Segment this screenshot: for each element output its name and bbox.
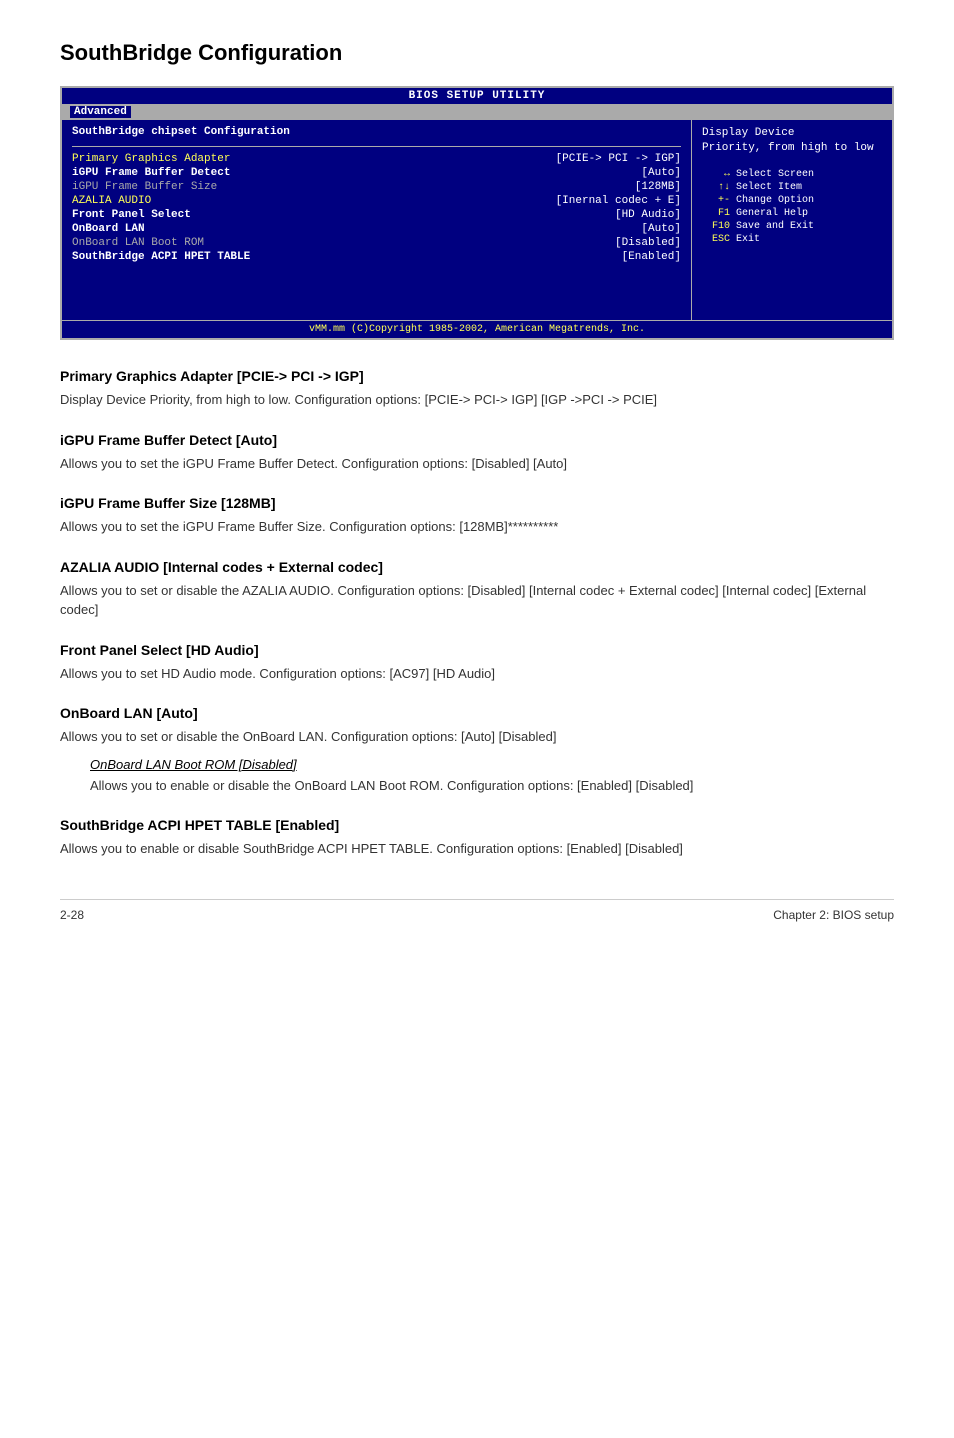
section-heading: Front Panel Select [HD Audio]	[60, 642, 894, 658]
section-body: Allows you to set the iGPU Frame Buffer …	[60, 454, 894, 474]
section-igpu-size: iGPU Frame Buffer Size [128MB] Allows you…	[60, 495, 894, 537]
bios-section-title: SouthBridge chipset Configuration	[72, 126, 681, 138]
sub-section: OnBoard LAN Boot ROM [Disabled] Allows yo…	[90, 757, 894, 796]
section-southbridge-acpi: SouthBridge ACPI HPET TABLE [Enabled] All…	[60, 817, 894, 859]
bios-keys: ↔ Select Screen ↑↓ Select Item +- Change Opti…	[702, 169, 882, 245]
bios-help-body: Priority, from high to low	[702, 142, 874, 154]
bios-content: SouthBridge chipset Configuration Primar…	[62, 120, 892, 320]
bios-key-desc: General Help	[736, 208, 808, 219]
bios-key-row: F10 Save and Exit	[702, 221, 882, 232]
bios-right-panel: Display Device Priority, from high to lo…	[692, 120, 892, 320]
section-body: Display Device Priority, from high to lo…	[60, 390, 894, 410]
bios-key: ESC	[702, 234, 730, 245]
bios-row-label: iGPU Frame Buffer Size	[72, 181, 217, 193]
bios-row-label: iGPU Frame Buffer Detect	[72, 167, 230, 179]
bios-key-row: ↑↓ Select Item	[702, 182, 882, 193]
bios-key: F10	[702, 221, 730, 232]
bios-key-row: ESC Exit	[702, 234, 882, 245]
bios-rows: Primary Graphics Adapter [PCIE-> PCI -> I…	[72, 153, 681, 263]
bios-row-label: OnBoard LAN Boot ROM	[72, 237, 204, 249]
bios-row: Primary Graphics Adapter [PCIE-> PCI -> I…	[72, 153, 681, 165]
bios-key-desc: Save and Exit	[736, 221, 814, 232]
bios-footer: vMM.mm (C)Copyright 1985-2002, American …	[62, 320, 892, 338]
bios-key: ↑↓	[702, 182, 730, 193]
bios-row: Front Panel Select [HD Audio]	[72, 209, 681, 221]
bios-row-value: [Inernal codec + E]	[556, 195, 681, 207]
section-body: Allows you to set or disable the AZALIA …	[60, 581, 894, 620]
bios-help-title: Display Device	[702, 127, 794, 139]
bios-key-desc: Change Option	[736, 195, 814, 206]
bios-row-value: [Enabled]	[622, 251, 681, 263]
section-body: Allows you to set or disable the OnBoard…	[60, 727, 894, 747]
bios-row-label: SouthBridge ACPI HPET TABLE	[72, 251, 250, 263]
bios-key-row: ↔ Select Screen	[702, 169, 882, 180]
bios-key: ↔	[702, 169, 730, 180]
bios-menu-active: Advanced	[70, 106, 131, 118]
section-body: Allows you to enable or disable SouthBri…	[60, 839, 894, 859]
section-onboard-lan: OnBoard LAN [Auto] Allows you to set or d…	[60, 705, 894, 795]
bios-row: iGPU Frame Buffer Detect [Auto]	[72, 167, 681, 179]
section-heading: OnBoard LAN [Auto]	[60, 705, 894, 721]
bios-menu-bar: Advanced	[62, 104, 892, 120]
section-heading: AZALIA AUDIO [Internal codes + External …	[60, 559, 894, 575]
bios-row-label: AZALIA AUDIO	[72, 195, 151, 207]
footer-left: 2-28	[60, 908, 84, 922]
sections-container: Primary Graphics Adapter [PCIE-> PCI -> …	[60, 368, 894, 859]
bios-row-value: [HD Audio]	[615, 209, 681, 221]
bios-row-value: [128MB]	[635, 181, 681, 193]
section-body: Allows you to set HD Audio mode. Configu…	[60, 664, 894, 684]
bios-key-desc: Select Item	[736, 182, 802, 193]
bios-key-desc: Exit	[736, 234, 760, 245]
bios-row-value: [Auto]	[641, 223, 681, 235]
bios-top-bar: BIOS SETUP UTILITY	[62, 88, 892, 104]
sub-section-body: Allows you to enable or disable the OnBo…	[90, 776, 894, 796]
bios-key-row: +- Change Option	[702, 195, 882, 206]
section-heading: Primary Graphics Adapter [PCIE-> PCI -> …	[60, 368, 894, 384]
section-primary-graphics: Primary Graphics Adapter [PCIE-> PCI -> …	[60, 368, 894, 410]
bios-key: +-	[702, 195, 730, 206]
section-heading: iGPU Frame Buffer Detect [Auto]	[60, 432, 894, 448]
bios-row: OnBoard LAN Boot ROM [Disabled]	[72, 237, 681, 249]
sub-section-heading: OnBoard LAN Boot ROM [Disabled]	[90, 757, 894, 772]
bios-row-value: [PCIE-> PCI -> IGP]	[556, 153, 681, 165]
bios-left-panel: SouthBridge chipset Configuration Primar…	[62, 120, 692, 320]
bios-row: iGPU Frame Buffer Size [128MB]	[72, 181, 681, 193]
section-igpu-detect: iGPU Frame Buffer Detect [Auto] Allows yo…	[60, 432, 894, 474]
bios-row-label: Front Panel Select	[72, 209, 191, 221]
bios-key: F1	[702, 208, 730, 219]
bios-row-label: Primary Graphics Adapter	[72, 153, 230, 165]
bios-row: OnBoard LAN [Auto]	[72, 223, 681, 235]
bios-screen: BIOS SETUP UTILITY Advanced SouthBridge …	[60, 86, 894, 340]
page-title: SouthBridge Configuration	[60, 40, 894, 66]
section-heading: iGPU Frame Buffer Size [128MB]	[60, 495, 894, 511]
section-front-panel: Front Panel Select [HD Audio] Allows you …	[60, 642, 894, 684]
section-heading: SouthBridge ACPI HPET TABLE [Enabled]	[60, 817, 894, 833]
bios-row-value: [Disabled]	[615, 237, 681, 249]
bios-row-value: [Auto]	[641, 167, 681, 179]
bios-row-label: OnBoard LAN	[72, 223, 145, 235]
bios-row: SouthBridge ACPI HPET TABLE [Enabled]	[72, 251, 681, 263]
bios-key-desc: Select Screen	[736, 169, 814, 180]
bios-help-text: Display Device Priority, from high to lo…	[702, 126, 882, 157]
bios-row: AZALIA AUDIO [Inernal codec + E]	[72, 195, 681, 207]
section-azalia: AZALIA AUDIO [Internal codes + External …	[60, 559, 894, 620]
bios-key-row: F1 General Help	[702, 208, 882, 219]
section-body: Allows you to set the iGPU Frame Buffer …	[60, 517, 894, 537]
page-footer: 2-28 Chapter 2: BIOS setup	[60, 899, 894, 922]
footer-right: Chapter 2: BIOS setup	[773, 908, 894, 922]
